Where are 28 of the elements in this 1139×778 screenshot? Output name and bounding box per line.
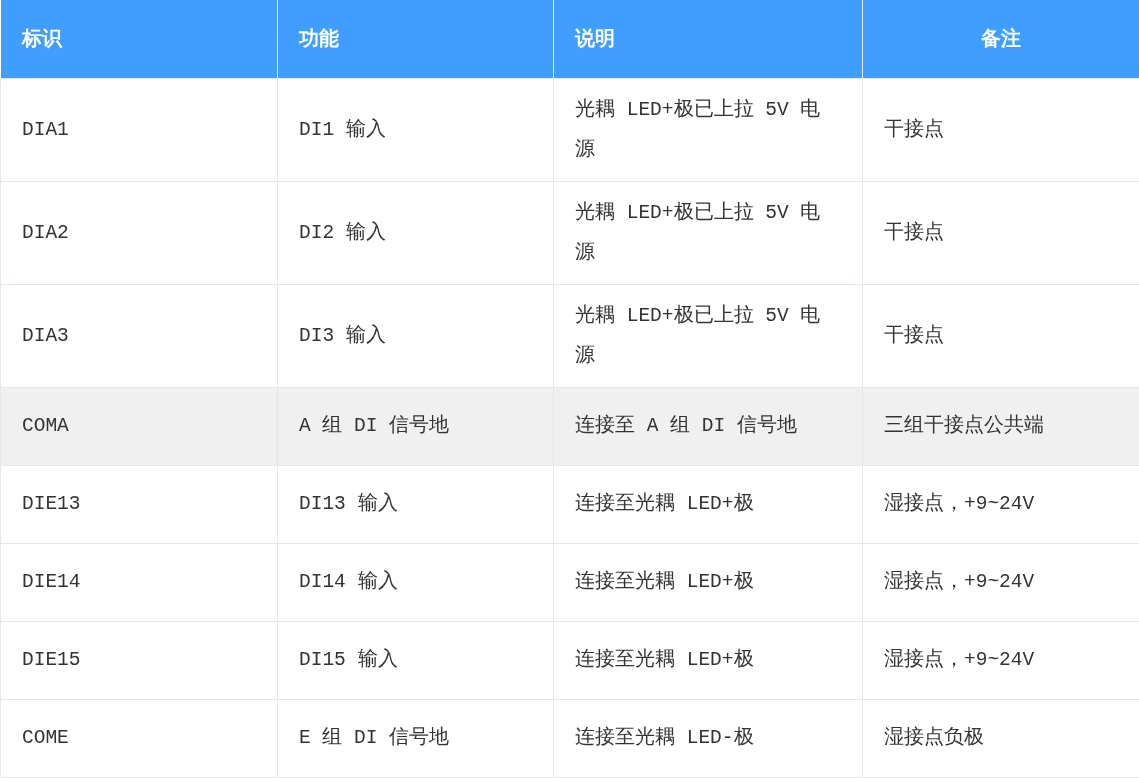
table-cell: DI2 输入 bbox=[277, 181, 554, 284]
table-cell: DIE13 bbox=[0, 465, 278, 543]
table-cell: DIE15 bbox=[0, 621, 278, 699]
table-cell: 光耦 LED+极已上拉 5V 电源 bbox=[553, 284, 863, 387]
table-cell: 光耦 LED+极已上拉 5V 电源 bbox=[553, 181, 863, 284]
table-cell: A 组 DI 信号地 bbox=[277, 387, 554, 465]
column-header: 备注 bbox=[862, 0, 1139, 78]
table-cell: DIA3 bbox=[0, 284, 278, 387]
table-cell: 连接至 A 组 DI 信号地 bbox=[553, 387, 863, 465]
column-header: 说明 bbox=[553, 0, 863, 78]
table-cell: 光耦 LED+极已上拉 5V 电源 bbox=[553, 78, 863, 181]
table-cell: COMA bbox=[0, 387, 278, 465]
table-cell: 连接至光耦 LED-极 bbox=[553, 699, 863, 777]
table-cell: E 组 DI 信号地 bbox=[277, 699, 554, 777]
table-cell: DI15 输入 bbox=[277, 621, 554, 699]
table-cell: 连接至光耦 LED+极 bbox=[553, 543, 863, 621]
table-cell: 连接至光耦 LED+极 bbox=[553, 465, 863, 543]
column-header: 功能 bbox=[277, 0, 554, 78]
table-cell: DIE14 bbox=[0, 543, 278, 621]
table-cell: DI1 输入 bbox=[277, 78, 554, 181]
column-header: 标识 bbox=[0, 0, 278, 78]
table-cell: DI14 输入 bbox=[277, 543, 554, 621]
table-cell: DIA2 bbox=[0, 181, 278, 284]
table-cell: DIA1 bbox=[0, 78, 278, 181]
table-cell: COME bbox=[0, 699, 278, 777]
table-cell: DI3 输入 bbox=[277, 284, 554, 387]
table-cell: DI13 输入 bbox=[277, 465, 554, 543]
table-cell: 连接至光耦 LED+极 bbox=[553, 621, 863, 699]
